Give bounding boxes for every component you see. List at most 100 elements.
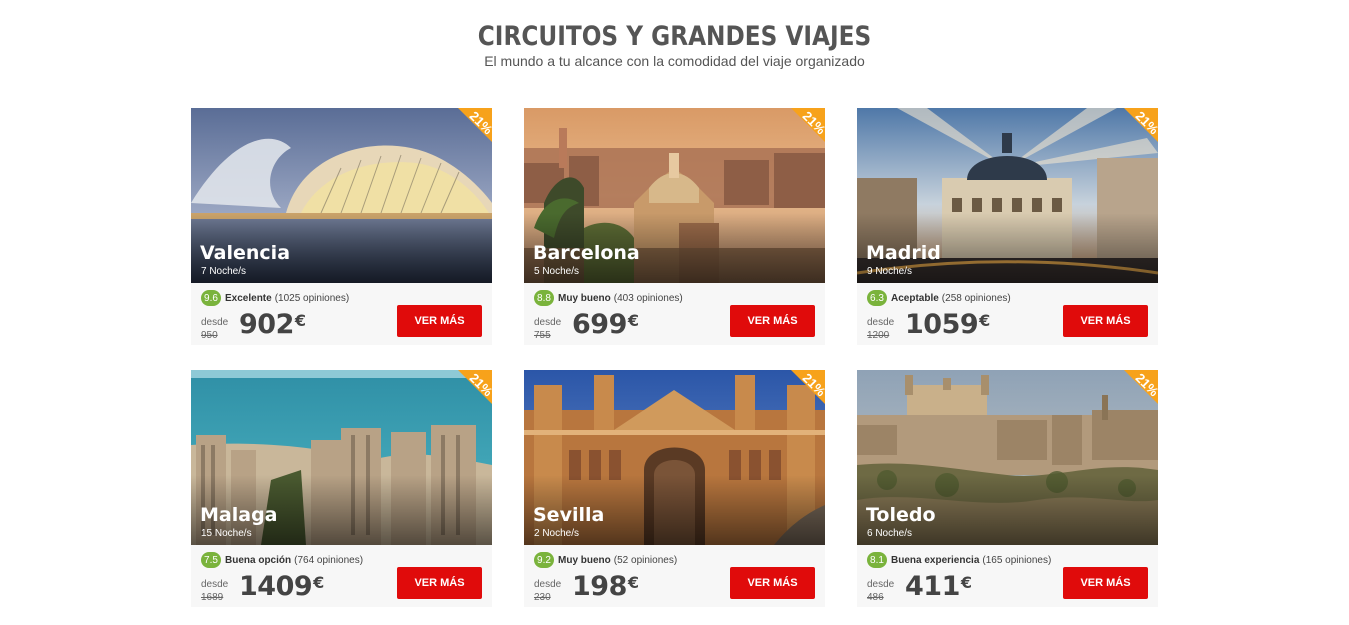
score-badge: 7.5	[201, 552, 221, 568]
price-value: 1409	[239, 571, 313, 602]
old-price: 755	[534, 330, 551, 341]
ver-mas-button[interactable]: VER MÁS	[397, 567, 482, 599]
section-subtitle: El mundo a tu alcance con la comodidad d…	[484, 53, 865, 69]
rating-label: Muy bueno	[558, 292, 611, 304]
currency-symbol: €	[627, 573, 639, 592]
score-badge: 9.2	[534, 552, 554, 568]
score-badge: 8.8	[534, 290, 554, 306]
section-title: CIRCUITOS Y GRANDES VIAJES	[477, 21, 872, 52]
old-price: 1200	[867, 330, 890, 341]
old-price: 486	[867, 592, 884, 603]
desde-label: desde	[201, 579, 229, 590]
trip-city-name: Valencia	[200, 242, 291, 264]
score-badge: 8.1	[867, 552, 887, 568]
score-badge: 9.6	[201, 290, 221, 306]
current-price: 1059€	[905, 310, 990, 340]
opinions-count: (52 opiniones)	[613, 554, 678, 566]
opinions-count: (403 opiniones)	[613, 292, 683, 304]
section-header: CIRCUITOS Y GRANDES VIAJES El mundo a tu…	[0, 20, 1349, 68]
discount-ribbon: 21%	[1104, 108, 1158, 162]
rating-label: Buena opción	[225, 554, 292, 566]
desde-label: desde	[867, 579, 895, 590]
rating-label: Buena experiencia	[891, 554, 980, 566]
trips-grid: Valencia 7 Noche/s 21% 9.6 Excelente (10…	[191, 108, 1159, 607]
discount-ribbon: 21%	[771, 370, 825, 424]
price-value: 198	[572, 571, 627, 602]
trip-photo-barcelona[interactable]: Barcelona 5 Noche/s 21%	[524, 108, 825, 283]
currency-symbol: €	[294, 311, 306, 330]
price-value: 411	[905, 571, 960, 602]
trip-info: 9.6 Excelente (1025 opiniones) desde 950…	[191, 283, 492, 345]
trip-city-name: Madrid	[866, 242, 941, 264]
current-price: 198€	[572, 572, 639, 602]
trip-card-valencia[interactable]: Valencia 7 Noche/s 21% 9.6 Excelente (10…	[191, 108, 492, 345]
discount-ribbon: 21%	[438, 370, 492, 424]
old-price: 230	[534, 592, 551, 603]
trip-info: 7.5 Buena opción (764 opiniones) desde 1…	[191, 545, 492, 607]
ver-mas-button[interactable]: VER MÁS	[1063, 567, 1148, 599]
opinions-count: (1025 opiniones)	[274, 292, 350, 304]
trip-photo-sevilla[interactable]: Sevilla 2 Noche/s 21%	[524, 370, 825, 545]
currency-symbol: €	[979, 311, 990, 330]
trip-photo-valencia[interactable]: Valencia 7 Noche/s 21%	[191, 108, 492, 283]
opinions-count: (258 opiniones)	[941, 292, 1011, 304]
price-value: 699	[572, 309, 627, 340]
trip-nights: 15 Noche/s	[201, 528, 252, 539]
price-value: 1059	[905, 309, 979, 340]
score-badge: 6.3	[867, 290, 887, 306]
trip-card-sevilla[interactable]: Sevilla 2 Noche/s 21% 9.2 Muy bueno (52 …	[524, 370, 825, 607]
trip-info: 8.8 Muy bueno (403 opiniones) desde 755 …	[524, 283, 825, 345]
desde-label: desde	[534, 317, 562, 328]
trip-nights: 5 Noche/s	[534, 266, 580, 277]
discount-ribbon: 21%	[438, 108, 492, 162]
rating-label: Excelente	[225, 292, 272, 304]
current-price: 411€	[905, 572, 972, 602]
ver-mas-button[interactable]: VER MÁS	[1063, 305, 1148, 337]
trip-info: 9.2 Muy bueno (52 opiniones) desde 230 1…	[524, 545, 825, 607]
discount-ribbon: 21%	[771, 108, 825, 162]
desde-label: desde	[534, 579, 562, 590]
trip-rating: 8.8 Muy bueno (403 opiniones)	[534, 290, 683, 306]
desde-label: desde	[867, 317, 895, 328]
currency-symbol: €	[960, 573, 972, 592]
trip-card-malaga[interactable]: Malaga 15 Noche/s 21% 7.5 Buena opción (…	[191, 370, 492, 607]
trip-info: 8.1 Buena experiencia (165 opiniones) de…	[857, 545, 1158, 607]
trip-nights: 2 Noche/s	[534, 528, 580, 539]
trip-photo-madrid[interactable]: Madrid 9 Noche/s 21%	[857, 108, 1158, 283]
trip-nights: 9 Noche/s	[867, 266, 913, 277]
currency-symbol: €	[627, 311, 639, 330]
trip-photo-toledo[interactable]: Toledo 6 Noche/s 21%	[857, 370, 1158, 545]
ver-mas-button[interactable]: VER MÁS	[730, 305, 815, 337]
trip-photo-malaga[interactable]: Malaga 15 Noche/s 21%	[191, 370, 492, 545]
trip-nights: 6 Noche/s	[867, 528, 913, 539]
trip-info: 6.3 Aceptable (258 opiniones) desde 1200…	[857, 283, 1158, 345]
trip-rating: 9.2 Muy bueno (52 opiniones)	[534, 552, 677, 568]
rating-label: Aceptable	[891, 292, 939, 304]
desde-label: desde	[201, 317, 229, 328]
current-price: 699€	[572, 310, 639, 340]
opinions-count: (764 opiniones)	[294, 554, 364, 566]
trip-rating: 9.6 Excelente (1025 opiniones)	[201, 290, 349, 306]
current-price: 1409€	[239, 572, 324, 602]
trip-city-name: Toledo	[866, 504, 936, 526]
old-price: 950	[201, 330, 218, 341]
trip-city-name: Malaga	[200, 504, 278, 526]
trip-card-toledo[interactable]: Toledo 6 Noche/s 21% 8.1 Buena experienc…	[857, 370, 1158, 607]
current-price: 902€	[239, 310, 306, 340]
trip-rating: 8.1 Buena experiencia (165 opiniones)	[867, 552, 1051, 568]
rating-label: Muy bueno	[558, 554, 611, 566]
ver-mas-button[interactable]: VER MÁS	[397, 305, 482, 337]
opinions-count: (165 opiniones)	[982, 554, 1052, 566]
ver-mas-button[interactable]: VER MÁS	[730, 567, 815, 599]
trip-card-madrid[interactable]: Madrid 9 Noche/s 21% 6.3 Aceptable (258 …	[857, 108, 1158, 345]
trip-card-barcelona[interactable]: Barcelona 5 Noche/s 21% 8.8 Muy bueno (4…	[524, 108, 825, 345]
trip-city-name: Sevilla	[533, 504, 605, 526]
trip-nights: 7 Noche/s	[201, 266, 247, 277]
old-price: 1689	[201, 592, 224, 603]
trip-rating: 7.5 Buena opción (764 opiniones)	[201, 552, 363, 568]
price-value: 902	[239, 309, 294, 340]
currency-symbol: €	[313, 573, 324, 592]
discount-ribbon: 21%	[1104, 370, 1158, 424]
trip-city-name: Barcelona	[533, 242, 640, 264]
trip-rating: 6.3 Aceptable (258 opiniones)	[867, 290, 1011, 306]
